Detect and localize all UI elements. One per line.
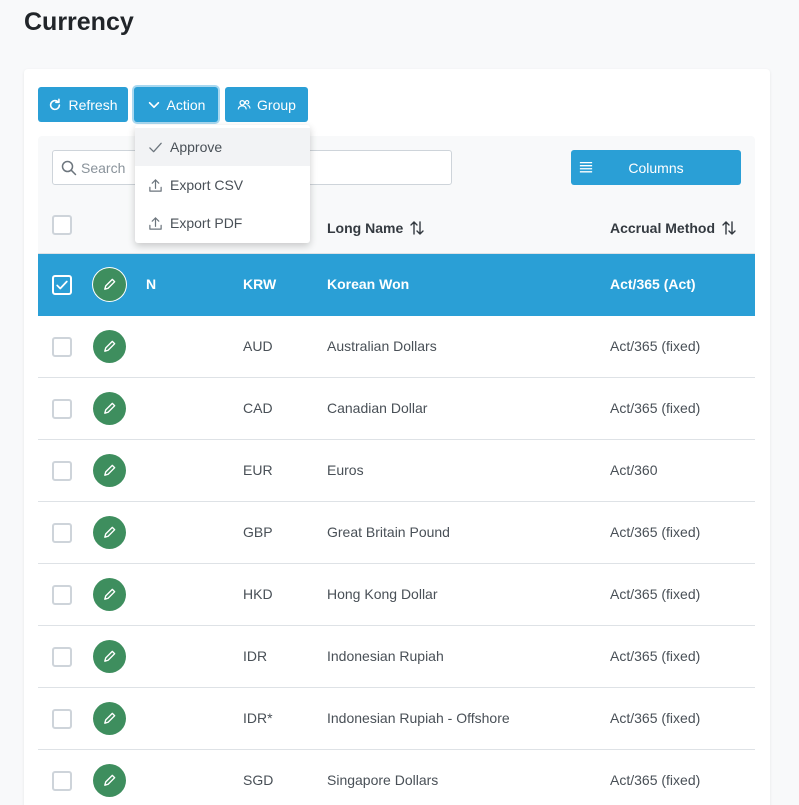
table-row[interactable]: GBP Great Britain Pound Act/365 (fixed) bbox=[38, 502, 755, 564]
menu-item-label: Approve bbox=[170, 139, 223, 155]
row-accrual: Act/365 (Act) bbox=[610, 276, 696, 292]
columns-label: Columns bbox=[628, 159, 684, 176]
row-checkbox[interactable] bbox=[52, 523, 72, 543]
menu-item-label: Export CSV bbox=[170, 177, 244, 193]
row-checkbox[interactable] bbox=[52, 337, 72, 357]
pencil-icon bbox=[104, 712, 116, 724]
header-long-name[interactable]: Long Name bbox=[327, 220, 425, 236]
pencil-icon bbox=[104, 650, 116, 662]
row-long-name: Hong Kong Dollar bbox=[327, 586, 438, 602]
sort-icon bbox=[722, 221, 736, 235]
row-checkbox[interactable] bbox=[52, 709, 72, 729]
edit-button[interactable] bbox=[93, 454, 126, 487]
row-code: HKD bbox=[243, 586, 273, 602]
menu-item-label: Export PDF bbox=[170, 215, 243, 231]
check-icon bbox=[149, 142, 162, 152]
pencil-icon bbox=[104, 526, 116, 538]
row-long-name: Singapore Dollars bbox=[327, 772, 439, 788]
search-icon bbox=[61, 160, 77, 176]
edit-button[interactable] bbox=[93, 392, 126, 425]
pencil-icon bbox=[104, 774, 116, 786]
edit-button[interactable] bbox=[93, 640, 126, 673]
pencil-icon bbox=[104, 588, 116, 600]
edit-button[interactable] bbox=[93, 764, 126, 797]
row-long-name: Euros bbox=[327, 462, 364, 478]
row-checkbox[interactable] bbox=[52, 399, 72, 419]
table-row[interactable]: SGD Singapore Dollars Act/365 (fixed) bbox=[38, 750, 755, 805]
edit-button[interactable] bbox=[93, 578, 126, 611]
select-all-checkbox[interactable] bbox=[52, 215, 72, 235]
table-row[interactable]: IDR* Indonesian Rupiah - Offshore Act/36… bbox=[38, 688, 755, 750]
row-accrual: Act/365 (fixed) bbox=[610, 400, 701, 416]
row-checkbox[interactable] bbox=[52, 275, 72, 295]
group-button[interactable]: Group bbox=[225, 87, 308, 122]
row-accrual: Act/365 (fixed) bbox=[610, 648, 701, 664]
row-checkbox[interactable] bbox=[52, 647, 72, 667]
action-button[interactable]: Action bbox=[134, 87, 218, 122]
row-accrual: Act/365 (fixed) bbox=[610, 586, 701, 602]
row-checkbox[interactable] bbox=[52, 771, 72, 791]
row-code: EUR bbox=[243, 462, 273, 478]
pencil-icon bbox=[104, 402, 116, 414]
pencil-icon bbox=[104, 340, 116, 352]
row-code: IDR bbox=[243, 648, 268, 664]
menu-item-approve[interactable]: Approve bbox=[135, 128, 310, 166]
users-icon bbox=[237, 99, 251, 109]
menu-item-export-pdf[interactable]: Export PDF bbox=[135, 204, 310, 242]
page-title: Currency bbox=[24, 8, 134, 36]
table-row[interactable]: AUD Australian Dollars Act/365 (fixed) bbox=[38, 316, 755, 378]
row-code: SGD bbox=[243, 772, 274, 788]
row-long-name: Korean Won bbox=[327, 276, 410, 292]
row-accrual: Act/360 bbox=[610, 462, 658, 478]
row-code: AUD bbox=[243, 338, 273, 354]
row-code: GBP bbox=[243, 524, 273, 540]
row-long-name: Great Britain Pound bbox=[327, 524, 450, 540]
edit-button[interactable] bbox=[93, 330, 126, 363]
row-code: IDR* bbox=[243, 710, 273, 726]
row-checkbox[interactable] bbox=[52, 585, 72, 605]
header-accrual-method[interactable]: Accrual Method bbox=[610, 220, 737, 236]
refresh-label: Refresh bbox=[68, 96, 118, 113]
columns-button[interactable]: Columns bbox=[571, 150, 741, 185]
row-accrual: Act/365 (fixed) bbox=[610, 338, 701, 354]
pencil-icon bbox=[104, 464, 116, 476]
header-accrual-method-label: Accrual Method bbox=[610, 220, 716, 236]
action-label: Action bbox=[166, 96, 206, 113]
row-long-name: Indonesian Rupiah - Offshore bbox=[327, 710, 510, 726]
menu-item-export-csv[interactable]: Export CSV bbox=[135, 166, 310, 204]
table-row[interactable]: CAD Canadian Dollar Act/365 (fixed) bbox=[38, 378, 755, 440]
list-icon bbox=[579, 161, 593, 173]
chevron-down-icon bbox=[148, 101, 159, 108]
row-accrual: Act/365 (fixed) bbox=[610, 710, 701, 726]
table-row[interactable]: IDR Indonesian Rupiah Act/365 (fixed) bbox=[38, 626, 755, 688]
row-long-name: Indonesian Rupiah bbox=[327, 648, 444, 664]
row-long-name: Australian Dollars bbox=[327, 338, 437, 354]
refresh-icon bbox=[50, 98, 61, 110]
sort-icon bbox=[410, 221, 424, 235]
pencil-icon bbox=[104, 278, 116, 290]
table-row[interactable]: N KRW Korean Won Act/365 (Act) bbox=[38, 254, 755, 316]
refresh-button[interactable]: Refresh bbox=[38, 87, 128, 122]
row-code: CAD bbox=[243, 400, 273, 416]
group-label: Group bbox=[257, 96, 296, 113]
row-checkbox[interactable] bbox=[52, 461, 72, 481]
row-flag: N bbox=[146, 276, 157, 292]
check-icon bbox=[56, 280, 68, 290]
edit-button[interactable] bbox=[93, 702, 126, 735]
header-long-name-label: Long Name bbox=[327, 220, 404, 236]
upload-icon bbox=[149, 178, 162, 192]
table-row[interactable]: EUR Euros Act/360 bbox=[38, 440, 755, 502]
edit-button[interactable] bbox=[93, 268, 126, 301]
row-accrual: Act/365 (fixed) bbox=[610, 524, 701, 540]
row-code: KRW bbox=[243, 276, 277, 292]
table-row[interactable]: HKD Hong Kong Dollar Act/365 (fixed) bbox=[38, 564, 755, 626]
row-accrual: Act/365 (fixed) bbox=[610, 772, 701, 788]
edit-button[interactable] bbox=[93, 516, 126, 549]
action-dropdown-menu: Approve Export CSV Export PDF bbox=[135, 125, 310, 243]
row-long-name: Canadian Dollar bbox=[327, 400, 428, 416]
upload-icon bbox=[149, 216, 162, 230]
